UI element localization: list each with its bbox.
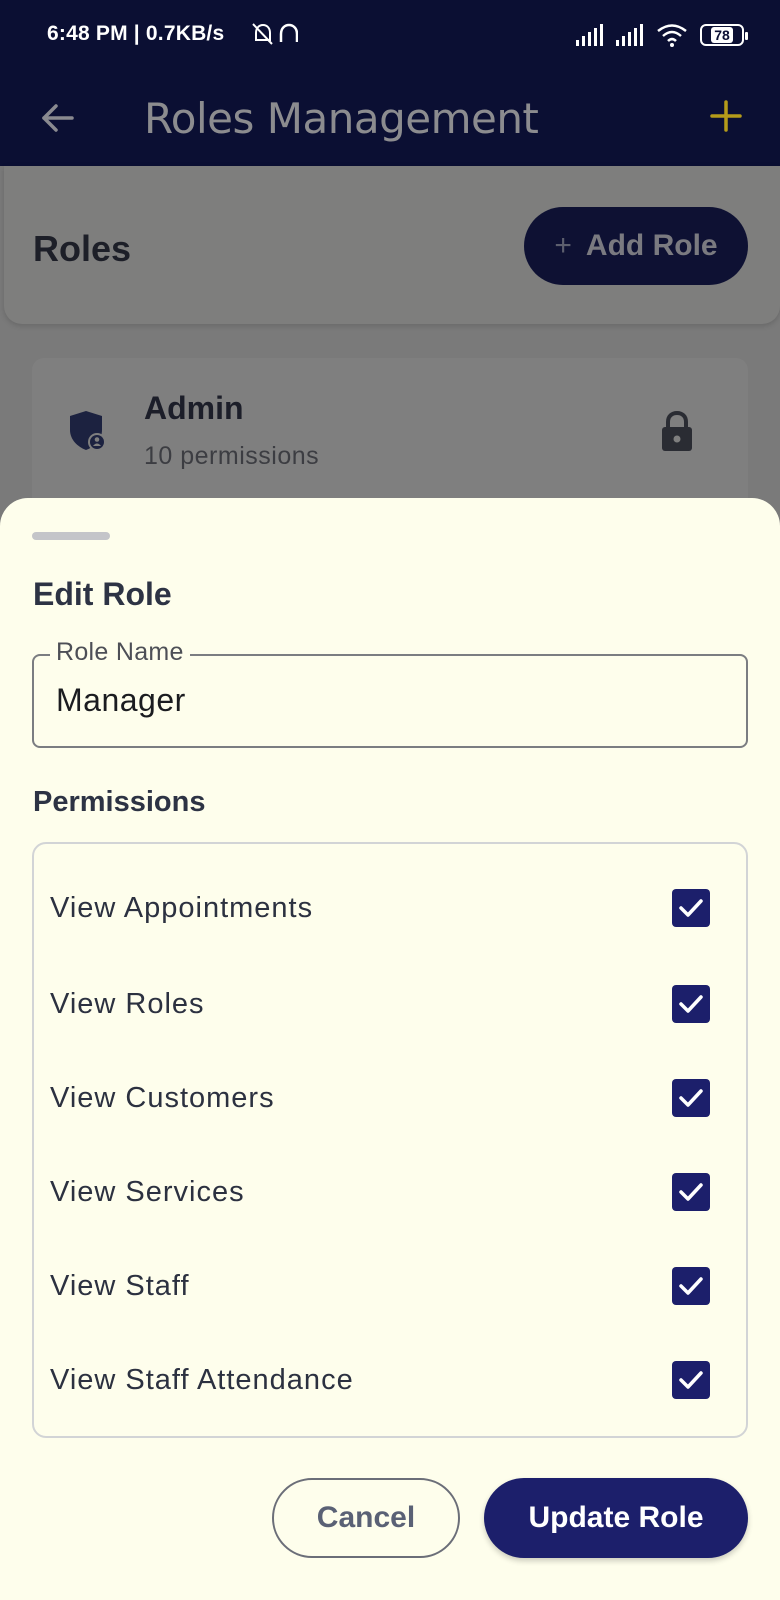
permission-item[interactable]: View Staff <box>50 1256 720 1316</box>
permissions-heading: Permissions <box>33 786 206 818</box>
plus-icon: + <box>554 229 572 262</box>
page-title: Roles Management <box>144 94 539 143</box>
sheet-drag-handle[interactable] <box>32 532 110 540</box>
check-icon <box>679 1183 703 1201</box>
permission-item[interactable]: View Appointments <box>50 878 720 938</box>
permission-item[interactable]: View Services <box>50 1162 720 1222</box>
checkbox-checked[interactable] <box>672 1173 710 1211</box>
role-name-label: Role Name <box>50 638 190 667</box>
checkbox-checked[interactable] <box>672 1361 710 1399</box>
battery-icon: 78 <box>700 24 748 46</box>
status-icons: 78 <box>576 20 748 50</box>
checkbox-checked[interactable] <box>672 1079 710 1117</box>
sheet-title: Edit Role <box>33 576 172 612</box>
muted-bell-icon <box>252 23 298 45</box>
permission-label: View Roles <box>50 987 205 1020</box>
check-icon <box>679 1371 703 1389</box>
update-role-button[interactable]: Update Role <box>484 1478 748 1558</box>
check-icon <box>679 995 703 1013</box>
permission-label: View Services <box>50 1175 245 1208</box>
app-bar: Roles Management <box>0 70 780 166</box>
signal-icon <box>616 24 643 46</box>
wifi-icon <box>657 24 687 47</box>
role-name-input[interactable]: Manager <box>56 682 186 719</box>
role-card-admin[interactable] <box>32 358 748 518</box>
permission-item[interactable]: View Staff Attendance <box>50 1350 720 1410</box>
checkbox-checked[interactable] <box>672 1267 710 1305</box>
signal-icon <box>576 24 603 46</box>
permission-label: View Staff <box>50 1269 190 1302</box>
role-name: Admin <box>144 390 244 426</box>
permission-label: View Staff Attendance <box>50 1363 354 1396</box>
role-permission-count: 10 permissions <box>144 442 320 470</box>
cancel-button[interactable]: Cancel <box>272 1478 460 1558</box>
arrow-left-icon[interactable] <box>38 98 78 138</box>
status-bar: 6:48 PM | 0.7KB/s 78 <box>0 0 780 70</box>
status-time: 6:48 PM | 0.7KB/s <box>47 22 225 45</box>
checkbox-checked[interactable] <box>672 985 710 1023</box>
check-icon <box>679 899 703 917</box>
checkbox-checked[interactable] <box>672 889 710 927</box>
permission-item[interactable]: View Roles <box>50 974 720 1034</box>
permission-label: View Appointments <box>50 891 314 924</box>
battery-level: 78 <box>711 27 733 43</box>
roles-title: Roles <box>33 228 132 269</box>
check-icon <box>679 1277 703 1295</box>
permission-item[interactable]: View Customers <box>50 1068 720 1128</box>
check-icon <box>679 1089 703 1107</box>
add-role-label: Add Role <box>585 229 718 262</box>
shield-user-icon <box>70 411 106 451</box>
plus-icon[interactable] <box>704 94 748 138</box>
lock-icon <box>662 410 692 451</box>
add-role-button[interactable]: + Add Role <box>524 207 748 285</box>
permission-label: View Customers <box>50 1081 275 1114</box>
